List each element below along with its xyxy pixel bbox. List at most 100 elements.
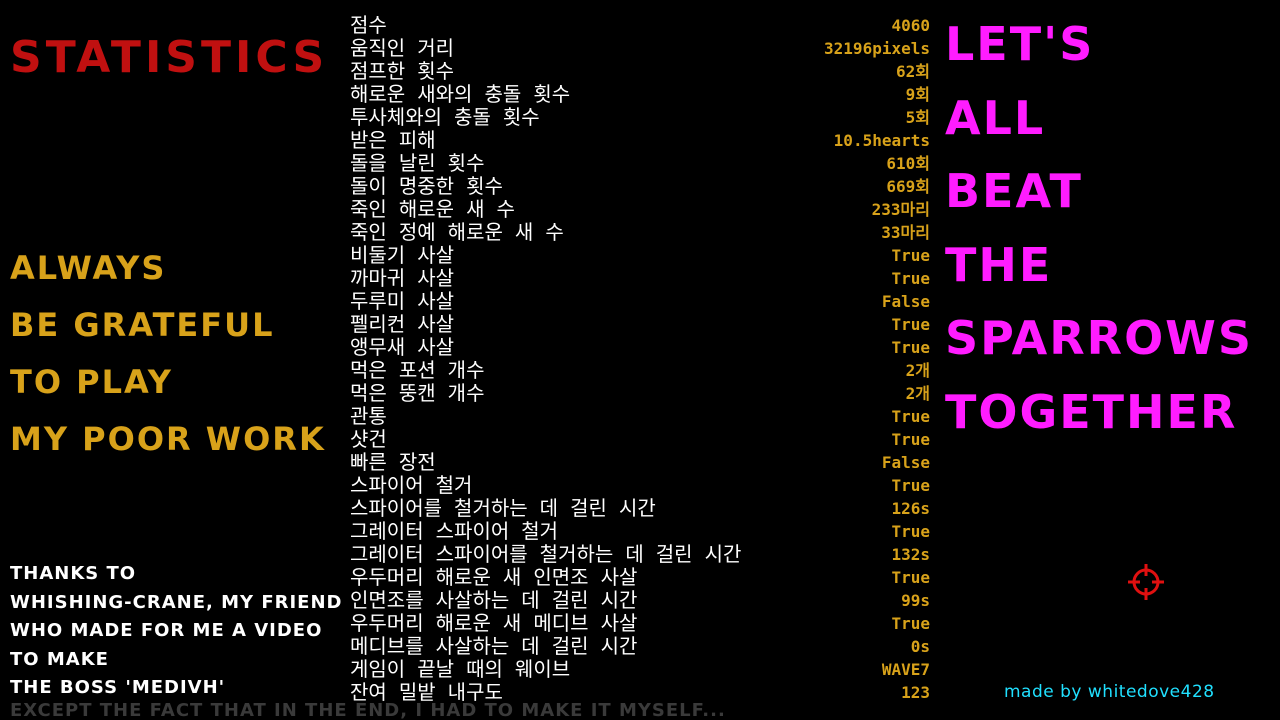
stat-value: True bbox=[891, 614, 930, 633]
credit-text: made by whitedove428 bbox=[1004, 682, 1215, 702]
stat-row: 관통 True bbox=[350, 405, 930, 428]
stat-value: 33마리 bbox=[881, 223, 930, 242]
stat-value: True bbox=[891, 315, 930, 334]
stat-value: 32196pixels bbox=[824, 39, 930, 58]
thanks-message: THANKS TO WHISHING-CRANE, MY FRIEND WHO … bbox=[10, 560, 343, 703]
stat-value: 99s bbox=[901, 591, 930, 610]
slogan-line: BEAT bbox=[945, 164, 1083, 218]
stat-row: 해로운 새와의 충돌 횟수 9회 bbox=[350, 83, 930, 106]
grateful-line: TO PLAY bbox=[10, 363, 173, 401]
stat-value: 132s bbox=[891, 545, 930, 564]
stat-label: 잔여 밀밭 내구도 bbox=[350, 680, 503, 704]
stat-row: 움직인 거리 32196pixels bbox=[350, 37, 930, 60]
stat-value: WAVE7 bbox=[881, 660, 930, 679]
stat-value: 5회 bbox=[905, 108, 930, 127]
thanks-line: WHO MADE FOR ME A VIDEO bbox=[10, 620, 323, 641]
stat-row: 먹은 뚱캔 개수 2개 bbox=[350, 382, 930, 405]
stat-row: 우두머리 해로운 새 메디브 사살 True bbox=[350, 612, 930, 635]
stat-label: 빠른 장전 bbox=[350, 450, 436, 474]
slogan-line: THE bbox=[945, 237, 1053, 292]
stat-label: 우두머리 해로운 새 메디브 사살 bbox=[350, 611, 638, 635]
stat-label: 돌을 날린 횟수 bbox=[350, 151, 485, 175]
stat-row: 돌을 날린 횟수 610회 bbox=[350, 152, 930, 175]
stat-label: 돌이 명중한 횟수 bbox=[350, 174, 503, 198]
stat-row: 투사체와의 충돌 횟수 5회 bbox=[350, 106, 930, 129]
stat-row: 스파이어를 철거하는 데 걸린 시간 126s bbox=[350, 497, 930, 520]
stat-row: 점프한 횟수 62회 bbox=[350, 60, 930, 83]
stat-label: 먹은 뚱캔 개수 bbox=[350, 381, 485, 405]
stat-value: 9회 bbox=[905, 85, 930, 104]
stat-value: True bbox=[891, 568, 930, 587]
stat-value: 0s bbox=[910, 637, 930, 656]
stat-row: 잔여 밀밭 내구도 123 bbox=[350, 681, 930, 704]
stat-row: 받은 피해 10.5hearts bbox=[350, 129, 930, 152]
stat-value: True bbox=[891, 407, 930, 426]
grateful-line: BE GRATEFUL bbox=[10, 306, 275, 344]
stat-label: 움직인 거리 bbox=[350, 36, 455, 60]
stat-label: 펠리컨 사살 bbox=[350, 312, 455, 336]
stat-value: 123 bbox=[901, 683, 930, 702]
stat-row: 점수 4060 bbox=[350, 14, 930, 37]
stat-row: 죽인 해로운 새 수 233마리 bbox=[350, 198, 930, 221]
stat-row: 그레이터 스파이어를 철거하는 데 걸린 시간 132s bbox=[350, 543, 930, 566]
stat-label: 게임이 끝날 때의 웨이브 bbox=[350, 657, 571, 681]
grateful-line: MY POOR WORK bbox=[10, 420, 326, 458]
stat-label: 죽인 해로운 새 수 bbox=[350, 197, 515, 221]
stat-label: 비둘기 사살 bbox=[350, 243, 455, 267]
stat-label: 스파이어를 철거하는 데 걸린 시간 bbox=[350, 496, 656, 520]
stat-row: 우두머리 해로운 새 인면조 사살 True bbox=[350, 566, 930, 589]
stat-label: 샷건 bbox=[350, 427, 387, 451]
stat-value: 4060 bbox=[891, 16, 930, 35]
stat-value: 62회 bbox=[896, 62, 930, 81]
thanks-line: TO MAKE bbox=[10, 648, 109, 670]
stat-label: 앵무새 사살 bbox=[350, 335, 455, 359]
stat-label: 먹은 포션 개수 bbox=[350, 358, 485, 382]
thanks-line: WHISHING-CRANE, MY FRIEND bbox=[10, 591, 343, 613]
stat-label: 인면조를 사살하는 데 걸린 시간 bbox=[350, 588, 638, 612]
stat-row: 샷건 True bbox=[350, 428, 930, 451]
statistics-title: STATISTICS bbox=[10, 32, 329, 83]
stat-label: 받은 피해 bbox=[350, 128, 436, 152]
stat-value: 669회 bbox=[886, 177, 930, 196]
stat-value: 2개 bbox=[905, 361, 930, 380]
stat-label: 그레이터 스파이어를 철거하는 데 걸린 시간 bbox=[350, 542, 742, 566]
stat-label: 점수 bbox=[350, 13, 387, 37]
grateful-line: ALWAYS bbox=[10, 249, 167, 287]
stat-row: 인면조를 사살하는 데 걸린 시간 99s bbox=[350, 589, 930, 612]
slogan: LET'S ALL BEAT THE SPARROWS TOGETHER bbox=[945, 8, 1253, 449]
stat-row: 스파이어 철거 True bbox=[350, 474, 930, 497]
stat-row: 먹은 포션 개수 2개 bbox=[350, 359, 930, 382]
stat-label: 그레이터 스파이어 철거 bbox=[350, 519, 559, 543]
crosshair-icon bbox=[1126, 562, 1166, 602]
stat-row: 비둘기 사살 True bbox=[350, 244, 930, 267]
statistics-screen: STATISTICS ALWAYS BE GRATEFUL TO PLAY MY… bbox=[0, 0, 1280, 720]
stat-row: 그레이터 스파이어 철거 True bbox=[350, 520, 930, 543]
stat-label: 까마귀 사살 bbox=[350, 266, 455, 290]
stat-row: 펠리컨 사살 True bbox=[350, 313, 930, 336]
stat-row: 죽인 정예 해로운 새 수 33마리 bbox=[350, 221, 930, 244]
stat-label: 두루미 사살 bbox=[350, 289, 455, 313]
stat-row: 게임이 끝날 때의 웨이브 WAVE7 bbox=[350, 658, 930, 681]
stat-label: 우두머리 해로운 새 인면조 사살 bbox=[350, 565, 638, 589]
stat-value: True bbox=[891, 338, 930, 357]
stat-row: 앵무새 사살 True bbox=[350, 336, 930, 359]
stat-row: 까마귀 사살 True bbox=[350, 267, 930, 290]
stat-value: 126s bbox=[891, 499, 930, 518]
stat-value: True bbox=[891, 269, 930, 288]
slogan-line: LET'S bbox=[945, 17, 1095, 71]
stat-label: 메디브를 사살하는 데 걸린 시간 bbox=[350, 634, 638, 658]
stat-label: 죽인 정예 해로운 새 수 bbox=[350, 220, 564, 244]
stat-row: 메디브를 사살하는 데 걸린 시간 0s bbox=[350, 635, 930, 658]
slogan-line: SPARROWS bbox=[945, 311, 1254, 365]
grateful-message: ALWAYS BE GRATEFUL TO PLAY MY POOR WORK bbox=[10, 240, 326, 468]
stat-label: 해로운 새와의 충돌 횟수 bbox=[350, 82, 571, 106]
stat-value: 10.5hearts bbox=[833, 131, 930, 150]
stat-value: 233마리 bbox=[871, 200, 930, 219]
stat-label: 관통 bbox=[350, 404, 387, 428]
stat-label: 스파이어 철거 bbox=[350, 473, 473, 497]
stat-row: 빠른 장전 False bbox=[350, 451, 930, 474]
stat-value: 2개 bbox=[905, 384, 930, 403]
thanks-line: THE BOSS 'MEDIVH' bbox=[10, 677, 226, 698]
stat-value: True bbox=[891, 522, 930, 541]
stat-value: True bbox=[891, 246, 930, 265]
